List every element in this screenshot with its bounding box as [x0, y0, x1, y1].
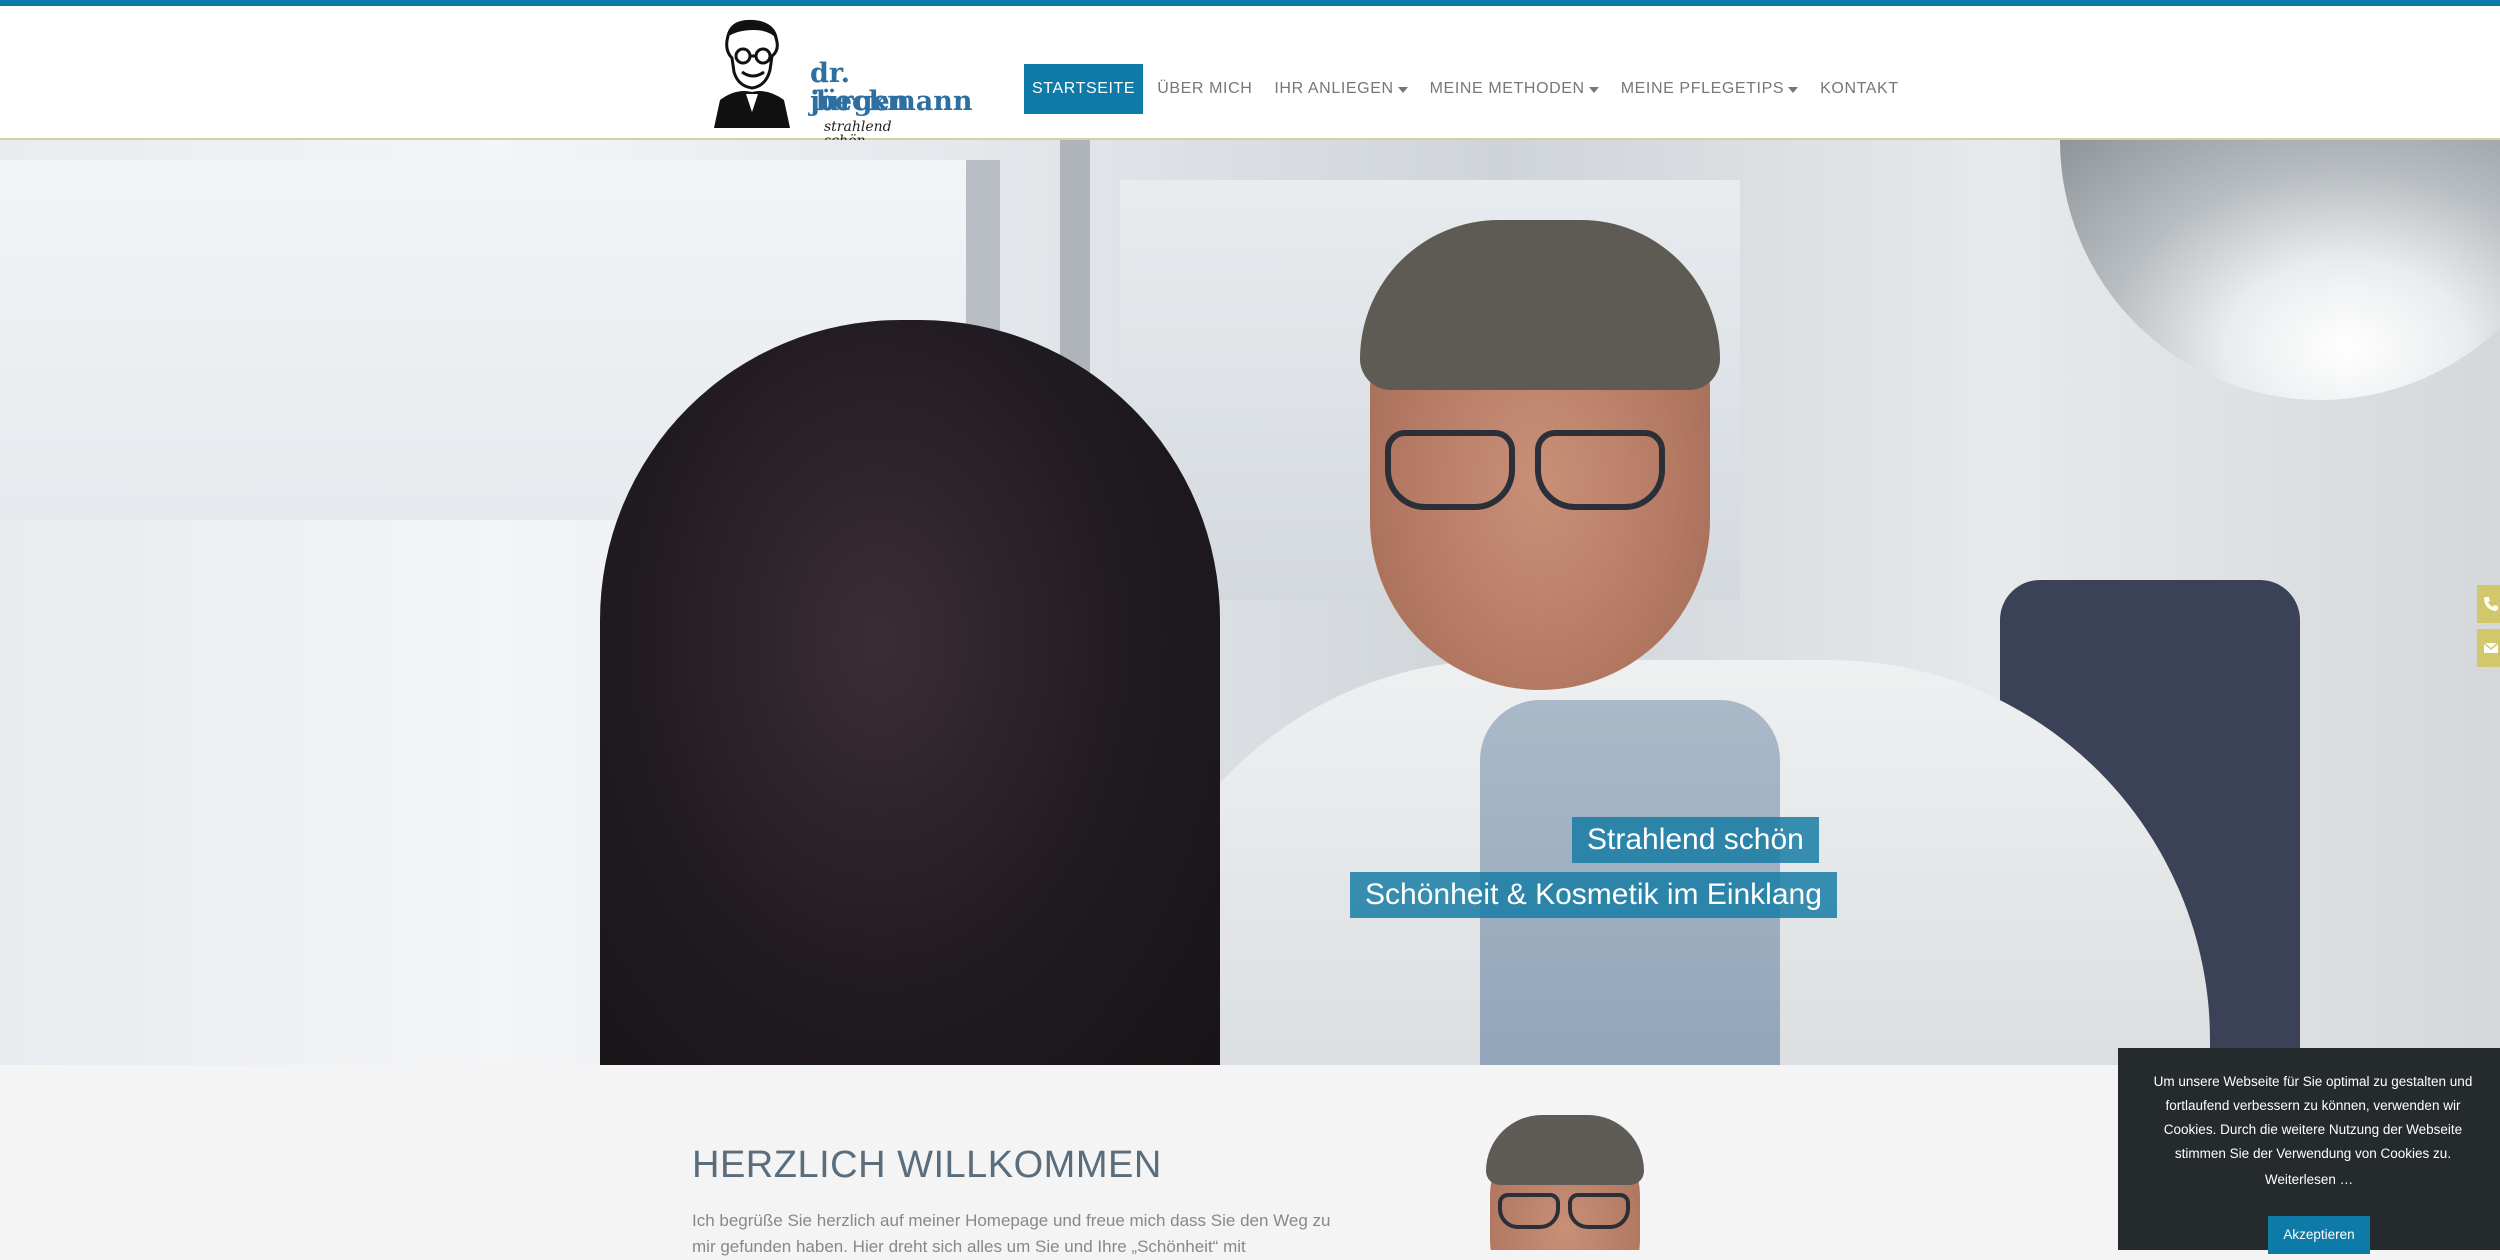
nav-item-label: KONTAKT [1820, 80, 1899, 97]
side-phone-button[interactable] [2477, 585, 2500, 623]
hero-glasses-left [1385, 430, 1515, 510]
hero-slogan-line1: Strahlend schön [1572, 817, 1819, 863]
hero-patient-silhouette [600, 320, 1220, 1065]
nav-item-label: MEINE PFLEGETIPS [1620, 80, 1785, 97]
portrait-hair [1486, 1115, 1644, 1185]
main-nav: STARTSEITE ÜBER MICH IHR ANLIEGEN MEINE … [1024, 64, 1913, 114]
nav-item-meine-pflegetips[interactable]: MEINE PFLEGETIPS [1613, 64, 1806, 114]
site-logo[interactable]: dr. jürgen beckmann strahlend schön [710, 16, 973, 148]
nav-item-ihr-anliegen[interactable]: IHR ANLIEGEN [1266, 64, 1415, 114]
logo-name-line2: beckmann [816, 86, 973, 117]
cookie-read-more-link[interactable]: Weiterlesen … [2118, 1172, 2500, 1187]
site-header: dr. jürgen beckmann strahlend schön STAR… [0, 6, 2500, 148]
nav-item-label: ÜBER MICH [1157, 80, 1253, 97]
nav-item-label: STARTSEITE [1032, 80, 1136, 97]
envelope-icon [2483, 642, 2499, 653]
hero-image [0, 140, 2500, 1065]
logo-portrait-icon [714, 19, 790, 128]
nav-item-ueber-mich[interactable]: ÜBER MICH [1149, 64, 1260, 114]
side-email-button[interactable] [2477, 629, 2500, 667]
caret-down-icon [1588, 87, 1599, 93]
welcome-heading: HERZLICH WILLKOMMEN [692, 1144, 1162, 1186]
portrait-glasses-left [1498, 1193, 1560, 1229]
hero-surgical-lamp [2060, 140, 2500, 400]
cookie-text: Um unsere Webseite für Sie optimal zu ge… [2153, 1074, 2473, 1161]
nav-item-label: IHR ANLIEGEN [1274, 80, 1394, 97]
hero-slogan-line2: Schönheit & Kosmetik im Einklang [1350, 872, 1837, 918]
portrait-glasses-right [1568, 1193, 1630, 1229]
cookie-banner: Um unsere Webseite für Sie optimal zu ge… [2118, 1048, 2500, 1254]
welcome-intro-text: Ich begrüße Sie herzlich auf meiner Home… [692, 1211, 1331, 1256]
doctor-portrait [1480, 1105, 1650, 1250]
phone-icon [2484, 597, 2498, 611]
nav-item-label: MEINE METHODEN [1429, 80, 1585, 97]
caret-down-icon [1788, 87, 1799, 93]
nav-item-meine-methoden[interactable]: MEINE METHODEN [1422, 64, 1607, 114]
nav-item-startseite[interactable]: STARTSEITE [1024, 64, 1144, 114]
hero-glasses-right [1535, 430, 1665, 510]
cookie-accept-button[interactable]: Akzeptieren [2268, 1216, 2370, 1254]
nav-item-kontakt[interactable]: KONTAKT [1812, 64, 1907, 114]
caret-down-icon [1397, 87, 1408, 93]
